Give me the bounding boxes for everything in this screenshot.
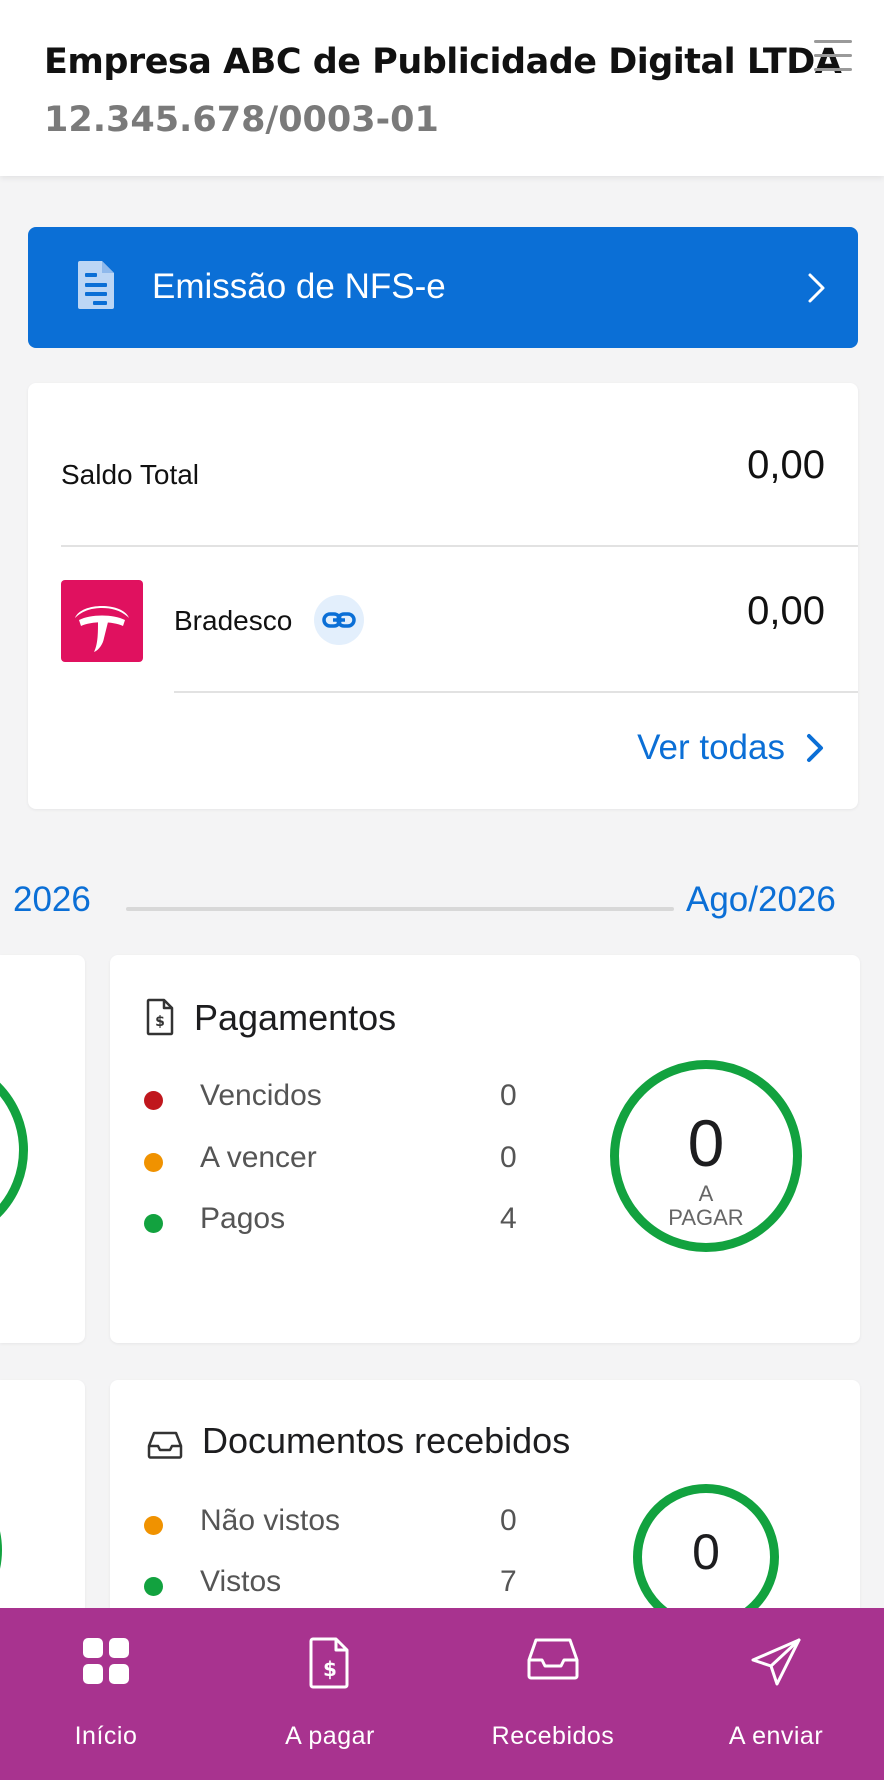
invoice-dollar-icon: $ [146,998,174,1036]
stat-count: 7 [500,1565,517,1598]
company-name: Empresa ABC de Publicidade Digital LTDA [44,42,842,82]
chevron-right-icon [808,273,825,303]
payments-card[interactable]: $ Pagamentos Vencidos 0 A vencer 0 Pagos… [110,955,860,1343]
payments-ring-chart: 0 A PAGAR [610,1060,802,1252]
hamburger-menu-icon[interactable] [814,40,854,74]
ring-caption: A [698,1181,714,1206]
nav-received[interactable]: Recebidos [453,1608,653,1780]
documents-received-card[interactable]: Documentos recebidos Não vistos 0 Vistos… [110,1380,860,1608]
bank-balance-value: 0,00 [747,589,825,633]
nfse-label: Emissão de NFS-e [152,267,446,306]
ring-value: 0 [687,1106,725,1180]
stat-row-overdue: Vencidos 0 [144,1079,544,1119]
bank-name: Bradesco [174,605,293,636]
nav-label: A pagar [285,1722,375,1750]
total-balance-label: Saldo Total [61,459,200,490]
chevron-right-icon [807,734,823,762]
stat-label: Não vistos [200,1504,341,1537]
stat-row-unseen: Não vistos 0 [144,1504,544,1544]
bottom-nav: Início $ A pagar Recebidos A enviar [0,1608,884,1780]
stat-label: Pagos [200,1202,286,1235]
send-icon [751,1638,801,1686]
period-slider-track[interactable] [126,907,674,911]
stat-count: 4 [500,1202,517,1235]
total-balance-value: 0,00 [747,443,825,487]
ring-chart [0,1460,2,1608]
divider [174,691,858,693]
status-dot [144,1516,163,1535]
nav-to-pay[interactable]: $ A pagar [230,1608,430,1780]
inbox-icon [147,1431,183,1459]
period-current[interactable]: Ago/2026 [686,880,836,920]
company-cnpj: 12.345.678/0003-01 [44,100,439,140]
stat-label: A vencer [200,1141,317,1174]
grid-icon [83,1638,129,1684]
link-icon[interactable] [314,595,364,645]
nav-label: Início [74,1722,138,1750]
previous-card-peek[interactable] [0,955,85,1343]
see-all-label: Ver todas [637,728,785,767]
svg-text:$: $ [155,1014,165,1030]
invoice-dollar-icon: $ [309,1637,349,1689]
stat-row-paid: Pagos 4 [144,1202,544,1242]
stat-count: 0 [500,1141,517,1174]
stat-label: Vistos [200,1565,282,1598]
nfse-emission-button[interactable]: Emissão de NFS-e [28,227,858,348]
document-icon [78,261,114,309]
stat-count: 0 [500,1079,517,1112]
balance-card: Saldo Total 0,00 Bradesco 0,00 Ver todas [28,383,858,809]
status-dot [144,1214,163,1233]
period-prev[interactable]: 2026 [13,880,91,920]
status-dot [144,1091,163,1110]
documents-ring-chart: 0 [633,1484,779,1608]
svg-text:$: $ [323,1657,337,1681]
ring-caption: PAGAR [668,1205,744,1230]
payments-title: Pagamentos [194,997,397,1038]
nav-home[interactable]: Início [6,1608,206,1780]
stat-count: 0 [500,1504,517,1537]
inbox-icon [527,1638,579,1680]
previous-card-peek[interactable] [0,1380,85,1608]
stat-label: Vencidos [200,1079,322,1112]
documents-title: Documentos recebidos [202,1420,571,1461]
stat-row-seen: Vistos 7 [144,1565,544,1605]
app-header: Empresa ABC de Publicidade Digital LTDA … [0,0,884,176]
status-dot [144,1577,163,1596]
divider [61,545,858,547]
ring-value: 0 [692,1524,720,1580]
bradesco-logo-icon [61,580,143,662]
ring-chart [0,1055,28,1245]
nav-label: A enviar [728,1722,824,1750]
see-all-accounts-link[interactable]: Ver todas [637,723,825,773]
status-dot [144,1153,163,1172]
stat-row-due: A vencer 0 [144,1141,544,1181]
nav-label: Recebidos [491,1722,615,1750]
nav-to-send[interactable]: A enviar [676,1608,876,1780]
